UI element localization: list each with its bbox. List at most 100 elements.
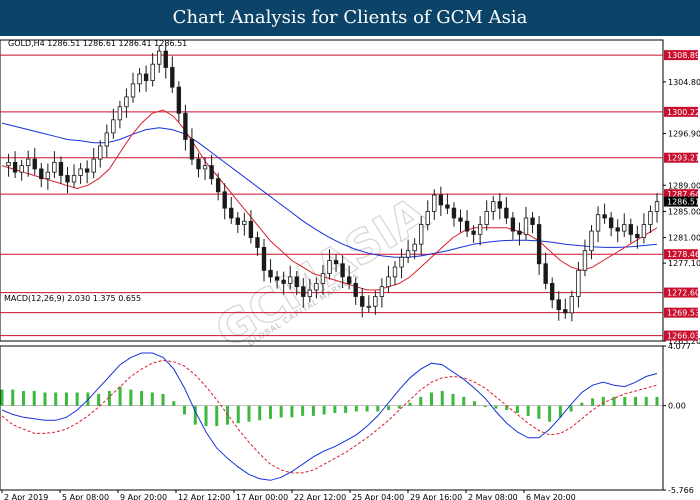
candle-body: [333, 260, 339, 265]
candle-body: [419, 224, 424, 245]
candle-body: [229, 207, 234, 219]
candle-body: [405, 250, 411, 258]
macd-panel-header: MACD(12,26,9) 2.030 1.375 0.655: [4, 294, 141, 303]
candle-body: [346, 276, 352, 284]
x-tick-label: 6 May 20:00: [526, 493, 576, 500]
candle-body: [52, 161, 57, 173]
price-y-tick-label: 1304.80: [668, 78, 700, 87]
candle-body: [12, 161, 18, 173]
candle-body: [248, 220, 254, 239]
price-y-tick-label: 1285.00: [668, 207, 700, 216]
candle-body: [464, 220, 470, 232]
x-tick-label: 2 Apr 2019: [4, 493, 48, 500]
candle-body: [523, 217, 529, 235]
candle-body: [628, 224, 633, 235]
candle-body: [602, 214, 607, 219]
level-tag-label: 1293.21: [667, 154, 700, 163]
candle-body: [504, 207, 509, 219]
candle-body: [58, 161, 64, 176]
candle-body: [261, 247, 267, 271]
candle-body: [314, 283, 319, 291]
candle-body: [641, 224, 647, 239]
candle-body: [45, 171, 51, 180]
candle-body: [39, 168, 44, 180]
candle-body: [32, 158, 37, 170]
x-axis: 2 Apr 2019 5 Apr 08:00 9 Apr 20:00 12 Apr 1…: [1, 490, 576, 500]
candle-body: [209, 165, 214, 180]
x-tick-label: 17 Apr 00:00: [236, 493, 288, 500]
candle-body: [386, 276, 391, 288]
candle-body: [143, 73, 149, 81]
candle-body: [497, 201, 502, 209]
level-tag-label: 1300.22: [667, 108, 700, 117]
candle-body: [648, 211, 653, 225]
candle-body: [399, 256, 404, 268]
candle-body: [6, 161, 11, 167]
candle-body: [569, 296, 575, 314]
candle-body: [392, 266, 398, 278]
banner-title: Chart Analysis for Clients of GCM Asia: [0, 0, 700, 36]
candle-body: [307, 289, 313, 297]
candle-body: [242, 220, 247, 225]
candle-body: [157, 50, 162, 65]
candle-body: [176, 86, 182, 114]
candle-body: [91, 158, 96, 173]
candle-body: [26, 158, 31, 167]
candle-body: [517, 230, 522, 235]
candle-body: [471, 230, 476, 235]
level-tag-label: 1272.60: [667, 289, 700, 298]
candle-body: [183, 112, 188, 140]
candle-body: [530, 217, 535, 225]
candle-body: [137, 73, 142, 85]
x-tick-label: 29 Apr 16:00: [410, 493, 462, 500]
price-y-tick-label: 1296.90: [668, 130, 700, 139]
candle-body: [274, 276, 280, 281]
candle-body: [320, 273, 326, 284]
candle-body: [353, 283, 358, 297]
chart-area: GCMASIA GLOBAL CAPITAL MARKETS 1304.80 12…: [0, 39, 700, 500]
macd-signal-line: [1, 359, 658, 474]
candle-body: [582, 250, 588, 271]
x-tick-label: 2 May 08:00: [468, 493, 518, 500]
candle-body: [477, 224, 483, 235]
price-y-tick-label: 1289.00: [668, 181, 700, 190]
macd-y-tick-label: -5.766: [668, 486, 694, 495]
macd-y-tick-label: 0.00: [668, 402, 686, 411]
candle-body: [65, 175, 70, 183]
candle-body: [71, 175, 77, 183]
candle-body: [98, 145, 103, 160]
candle-body: [615, 227, 620, 232]
x-tick-label: 9 Apr 20:00: [120, 493, 167, 500]
candle-body: [255, 237, 260, 248]
macd-panel: 4.077 0.00 -5.766: [0, 342, 694, 495]
candle-body: [576, 269, 581, 297]
macd-panel-frame: [0, 345, 664, 491]
candle-body: [104, 132, 109, 147]
candle-body: [458, 217, 463, 222]
candle-body: [124, 96, 129, 108]
price-y-tick-label: 1281.00: [668, 234, 700, 243]
candle-body: [281, 279, 286, 284]
candle-body: [438, 194, 444, 206]
candle-body: [215, 178, 221, 193]
level-tag-label: 1266.03: [667, 332, 700, 341]
candle-body: [491, 201, 496, 212]
macd-y-tick-label: 4.077: [668, 342, 691, 351]
price-y-tick-label: 1277.10: [668, 259, 700, 268]
current-price-label: 1286.51: [667, 198, 700, 207]
candle-body: [366, 305, 371, 308]
candle-body: [340, 263, 345, 278]
candle-body: [84, 168, 90, 173]
candle-body: [445, 204, 450, 209]
x-tick-label: 25 Apr 04:00: [352, 493, 404, 500]
candle-body: [635, 233, 640, 239]
candle-body: [425, 211, 430, 225]
candle-body: [589, 230, 594, 252]
candle-body: [556, 299, 561, 310]
candle-body: [150, 63, 155, 81]
candle-body: [202, 165, 208, 170]
candle-body: [451, 207, 457, 219]
level-tag-label: 1278.46: [667, 250, 700, 259]
level-tag-label: 1308.89: [667, 51, 700, 60]
candle-body: [130, 83, 136, 98]
